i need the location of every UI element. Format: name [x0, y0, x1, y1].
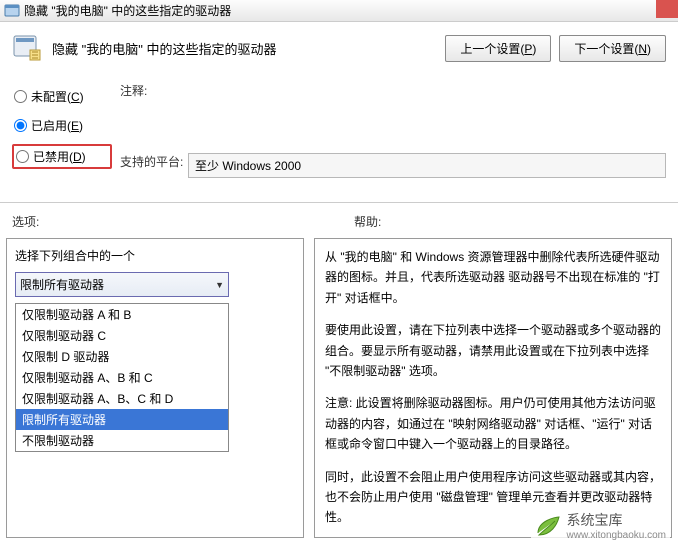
help-paragraph: 从 "我的电脑" 和 Windows 资源管理器中删除代表所选硬件驱动器的图标。…	[325, 247, 661, 308]
list-item[interactable]: 不限制驱动器	[16, 430, 228, 451]
radio-not-configured-input[interactable]	[14, 90, 27, 103]
list-item[interactable]: 仅限制驱动器 C	[16, 325, 228, 346]
header-title: 隐藏 "我的电脑" 中的这些指定的驱动器	[52, 39, 445, 58]
platform-label: 支持的平台:	[120, 153, 188, 178]
prev-setting-button[interactable]: 上一个设置(P)	[445, 35, 551, 62]
radio-enabled[interactable]: 已启用(E)	[12, 115, 112, 136]
list-item[interactable]: 仅限制 D 驱动器	[16, 346, 228, 367]
help-label: 帮助:	[354, 213, 666, 230]
divider	[0, 202, 678, 203]
watermark: 系统宝库 www.xitongbaoku.com	[531, 508, 671, 543]
radio-enabled-label: 已启用(E)	[31, 117, 83, 134]
chevron-down-icon: ▼	[215, 280, 224, 290]
section-labels: 选项: 帮助:	[0, 213, 678, 238]
drive-combo-value: 限制所有驱动器	[20, 276, 104, 293]
list-item[interactable]: 仅限制驱动器 A、B 和 C	[16, 367, 228, 388]
radio-enabled-input[interactable]	[14, 119, 27, 132]
close-button[interactable]	[656, 0, 678, 18]
comment-label: 注释:	[120, 82, 188, 99]
radio-not-configured[interactable]: 未配置(C)	[12, 86, 112, 107]
list-item[interactable]: 限制所有驱动器	[16, 409, 228, 430]
state-radios: 未配置(C) 已启用(E) 已禁用(D)	[12, 86, 112, 188]
help-paragraph: 注意: 此设置将删除驱动器图标。用户仍可使用其他方法访问驱动器的内容，如通过在 …	[325, 393, 661, 454]
help-paragraph: 要使用此设置，请在下拉列表中选择一个驱动器或多个驱动器的组合。要显示所有驱动器，…	[325, 320, 661, 381]
radio-disabled[interactable]: 已禁用(D)	[12, 144, 112, 169]
radio-not-configured-label: 未配置(C)	[31, 88, 84, 105]
window-icon	[4, 3, 20, 19]
next-setting-button[interactable]: 下一个设置(N)	[559, 35, 666, 62]
panels: 选择下列组合中的一个 限制所有驱动器 ▼ 仅限制驱动器 A 和 B 仅限制驱动器…	[0, 238, 678, 538]
list-item[interactable]: 仅限制驱动器 A 和 B	[16, 304, 228, 325]
drive-combo[interactable]: 限制所有驱动器 ▼	[15, 272, 229, 297]
policy-icon	[12, 32, 44, 64]
options-title: 选择下列组合中的一个	[15, 247, 295, 264]
leaf-icon	[535, 515, 561, 537]
watermark-text: 系统宝库 www.xitongbaoku.com	[567, 510, 667, 541]
window-title: 隐藏 "我的电脑" 中的这些指定的驱动器	[24, 2, 231, 19]
config-area: 未配置(C) 已启用(E) 已禁用(D) 注释: 支持的平台: 至少 Windo…	[0, 78, 678, 196]
drive-listbox[interactable]: 仅限制驱动器 A 和 B 仅限制驱动器 C 仅限制 D 驱动器 仅限制驱动器 A…	[15, 303, 229, 452]
platform-row: 支持的平台: 至少 Windows 2000	[120, 153, 666, 178]
nav-buttons: 上一个设置(P) 下一个设置(N)	[445, 35, 666, 62]
help-panel: 从 "我的电脑" 和 Windows 资源管理器中删除代表所选硬件驱动器的图标。…	[314, 238, 672, 538]
header: 隐藏 "我的电脑" 中的这些指定的驱动器 上一个设置(P) 下一个设置(N)	[0, 22, 678, 78]
options-label: 选项:	[12, 213, 324, 230]
list-item[interactable]: 仅限制驱动器 A、B、C 和 D	[16, 388, 228, 409]
radio-disabled-label: 已禁用(D)	[33, 148, 86, 165]
comment-row: 注释:	[120, 82, 666, 99]
info-column: 注释: 支持的平台: 至少 Windows 2000	[120, 82, 666, 188]
platform-value: 至少 Windows 2000	[188, 153, 666, 178]
radio-disabled-input[interactable]	[16, 150, 29, 163]
title-bar: 隐藏 "我的电脑" 中的这些指定的驱动器	[0, 0, 678, 22]
options-panel: 选择下列组合中的一个 限制所有驱动器 ▼ 仅限制驱动器 A 和 B 仅限制驱动器…	[6, 238, 304, 538]
